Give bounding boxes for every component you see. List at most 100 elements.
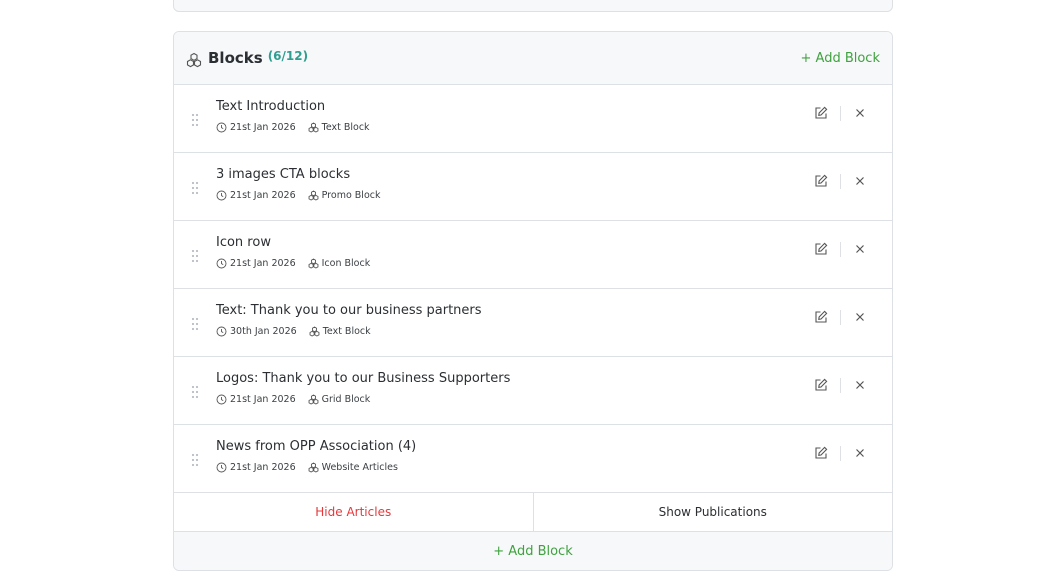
block-date: 21st Jan 2026 xyxy=(216,462,296,473)
add-block-button-footer[interactable]: + Add Block xyxy=(174,532,892,570)
block-title: Text: Thank you to our business partners xyxy=(216,303,482,318)
block-meta: 21st Jan 2026 Promo Block xyxy=(216,190,392,201)
action-separator xyxy=(840,309,841,325)
previous-panel-edge xyxy=(173,0,893,12)
block-title: Icon row xyxy=(216,235,271,250)
block-type: Website Articles xyxy=(308,462,398,473)
block-row-body: Logos: Thank you to our Business Support… xyxy=(216,371,510,405)
action-separator xyxy=(840,445,841,461)
block-title: Text Introduction xyxy=(216,99,326,114)
block-type: Grid Block xyxy=(308,394,371,405)
drag-handle-icon[interactable] xyxy=(191,180,199,195)
action-separator xyxy=(840,377,841,393)
close-icon[interactable] xyxy=(852,445,868,461)
block-meta: 21st Jan 2026 Grid Block xyxy=(216,394,510,405)
close-icon[interactable] xyxy=(852,377,868,393)
block-type-text: Grid Block xyxy=(321,394,371,405)
block-row: Text: Thank you to our business partners… xyxy=(174,289,892,357)
block-date: 21st Jan 2026 xyxy=(216,190,296,201)
block-date-text: 30th Jan 2026 xyxy=(230,326,297,337)
block-type-text: Icon Block xyxy=(321,258,371,269)
block-row: Logos: Thank you to our Business Support… xyxy=(174,357,892,425)
block-date-text: 21st Jan 2026 xyxy=(230,190,296,201)
close-icon[interactable] xyxy=(852,173,868,189)
blocks-icon xyxy=(186,52,202,68)
close-icon[interactable] xyxy=(852,241,868,257)
drag-handle-icon[interactable] xyxy=(191,452,199,467)
block-title: News from OPP Association (4) xyxy=(216,439,417,454)
block-actions xyxy=(813,309,868,325)
block-row-body: 3 images CTA blocks 21st Jan 2026 Promo … xyxy=(216,167,392,201)
blocks-icon xyxy=(309,326,320,337)
blocks-icon xyxy=(308,190,319,201)
block-type-text: Website Articles xyxy=(321,462,398,473)
block-meta: 21st Jan 2026 Text Block xyxy=(216,122,382,133)
blocks-icon xyxy=(308,258,319,269)
edit-icon[interactable] xyxy=(813,445,829,461)
blocks-icon xyxy=(308,122,319,133)
block-date-text: 21st Jan 2026 xyxy=(230,462,296,473)
clock-icon xyxy=(216,122,227,133)
block-type: Text Block xyxy=(308,122,370,133)
blocks-icon xyxy=(308,462,319,473)
edit-icon[interactable] xyxy=(813,377,829,393)
block-date: 30th Jan 2026 xyxy=(216,326,297,337)
drag-handle-icon[interactable] xyxy=(191,384,199,399)
block-type-text: Promo Block xyxy=(321,190,381,201)
block-date-text: 21st Jan 2026 xyxy=(230,258,296,269)
block-type-text: Text Block xyxy=(322,326,371,337)
block-date: 21st Jan 2026 xyxy=(216,394,296,405)
blocks-count: (6/12) xyxy=(267,49,309,63)
block-actions xyxy=(813,105,868,121)
blocks-panel: Blocks (6/12) + Add Block Text Introduct… xyxy=(173,31,893,571)
block-row-body: Text: Thank you to our business partners… xyxy=(216,303,482,337)
clock-icon xyxy=(216,190,227,201)
clock-icon xyxy=(216,394,227,405)
blocks-icon xyxy=(308,394,319,405)
close-icon[interactable] xyxy=(852,309,868,325)
panel-title: Blocks xyxy=(208,49,263,67)
block-actions xyxy=(813,377,868,393)
action-separator xyxy=(840,105,841,121)
block-meta: 21st Jan 2026 Icon Block xyxy=(216,258,382,269)
blocks-panel-header: Blocks (6/12) + Add Block xyxy=(174,32,892,85)
block-type: Promo Block xyxy=(308,190,381,201)
block-date-text: 21st Jan 2026 xyxy=(230,122,296,133)
block-date: 21st Jan 2026 xyxy=(216,122,296,133)
clock-icon xyxy=(216,258,227,269)
block-title: Logos: Thank you to our Business Support… xyxy=(216,371,511,386)
show-publications-button[interactable]: Show Publications xyxy=(534,493,893,531)
block-title: 3 images CTA blocks xyxy=(216,167,351,182)
drag-handle-icon[interactable] xyxy=(191,248,199,263)
block-meta: 30th Jan 2026 Text Block xyxy=(216,326,482,337)
close-icon[interactable] xyxy=(852,105,868,121)
drag-handle-icon[interactable] xyxy=(191,316,199,331)
edit-icon[interactable] xyxy=(813,309,829,325)
block-meta: 21st Jan 2026 Website Articles xyxy=(216,462,416,473)
add-block-button-header[interactable]: + Add Block xyxy=(801,51,881,66)
block-row: News from OPP Association (4) 21st Jan 2… xyxy=(174,425,892,493)
block-row-body: News from OPP Association (4) 21st Jan 2… xyxy=(216,439,416,473)
block-type: Text Block xyxy=(309,326,371,337)
action-separator xyxy=(840,241,841,257)
action-separator xyxy=(840,173,841,189)
hide-articles-button[interactable]: Hide Articles xyxy=(174,493,534,531)
block-row-body: Icon row 21st Jan 2026 Icon Block xyxy=(216,235,382,269)
block-actions xyxy=(813,173,868,189)
block-list: Text Introduction 21st Jan 2026 Text Blo… xyxy=(174,85,892,493)
block-date: 21st Jan 2026 xyxy=(216,258,296,269)
edit-icon[interactable] xyxy=(813,105,829,121)
edit-icon[interactable] xyxy=(813,241,829,257)
drag-handle-icon[interactable] xyxy=(191,112,199,127)
clock-icon xyxy=(216,326,227,337)
clock-icon xyxy=(216,462,227,473)
block-actions xyxy=(813,445,868,461)
block-type: Icon Block xyxy=(308,258,371,269)
block-row: Text Introduction 21st Jan 2026 Text Blo… xyxy=(174,85,892,153)
block-row: Icon row 21st Jan 2026 Icon Block xyxy=(174,221,892,289)
block-actions xyxy=(813,241,868,257)
block-row-body: Text Introduction 21st Jan 2026 Text Blo… xyxy=(216,99,382,133)
block-type-text: Text Block xyxy=(321,122,370,133)
edit-icon[interactable] xyxy=(813,173,829,189)
article-toggle-row: Hide Articles Show Publications xyxy=(174,493,892,532)
